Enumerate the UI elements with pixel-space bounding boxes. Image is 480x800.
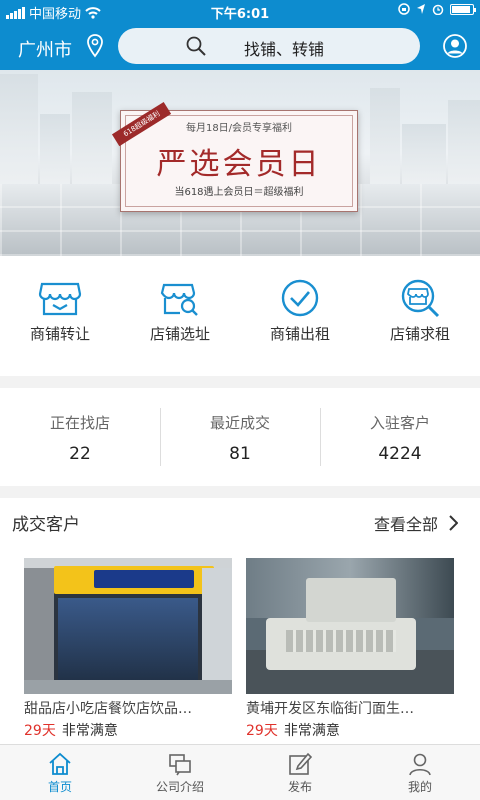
profile-icon: [409, 753, 431, 776]
deal-days: 29天: [246, 723, 278, 739]
stat-label: 最近成交: [209, 414, 270, 432]
section-title: 成交客户: [12, 515, 80, 535]
shop-search-icon: [401, 279, 440, 318]
photo-floor: [24, 680, 232, 694]
chevron-right-icon: [449, 515, 458, 531]
location-arrow-icon: [417, 4, 425, 14]
search-bar[interactable]: 找铺、转铺: [118, 28, 420, 64]
promo-card: 618超级福利 每月18日/会员专享福利 严选会员日 当618遇上会员日＝超级福…: [111, 101, 358, 212]
stat-value: 4224: [378, 444, 422, 464]
stat-customers: 入驻客户 4224: [320, 388, 480, 486]
deal-name: 甜品店小吃店餐饮店饮品…: [24, 701, 192, 717]
photo-right-wall: [202, 568, 232, 694]
top-bar: 广州市 找铺、转铺: [0, 22, 480, 70]
menu-label: 商铺出租: [269, 325, 330, 343]
tab-company[interactable]: 公司介绍: [120, 745, 240, 800]
banner-building: [402, 124, 446, 184]
stat-label: 入驻客户: [369, 414, 430, 432]
search-icon: [186, 36, 206, 56]
deal-card[interactable]: 黄埔开发区东临街门面生… 29天 非常满意: [246, 558, 454, 740]
stat-recent-deals: 最近成交 81: [160, 388, 320, 486]
photo-display: [306, 578, 396, 622]
alarm-icon: [432, 4, 444, 15]
tab-label: 首页: [47, 780, 72, 794]
battery-icon: [450, 3, 476, 15]
tab-label: 公司介绍: [155, 780, 204, 794]
banner-building: [0, 74, 38, 184]
home-icon: [49, 752, 71, 775]
service-menu: 商铺转让 店铺选址 商铺出租 店铺求租: [0, 256, 480, 376]
deal-photo: [24, 558, 232, 694]
stat-value: 22: [69, 444, 91, 464]
check-circle-icon: [281, 279, 319, 317]
edit-icon: [289, 752, 312, 775]
user-avatar-icon[interactable]: [443, 34, 467, 58]
view-all-label: 查看全部: [373, 515, 438, 534]
stat-searching: 正在找店 22: [0, 388, 160, 486]
menu-item-shop-transfer[interactable]: 商铺转让: [0, 256, 120, 376]
location-pin-icon[interactable]: [86, 33, 104, 59]
banner-building: [448, 100, 480, 184]
deal-rating: 非常满意: [283, 723, 340, 739]
photo-keypad: [286, 630, 396, 652]
banner-building: [40, 114, 70, 184]
photo-left-wall: [24, 568, 54, 694]
tab-publish[interactable]: 发布: [240, 745, 360, 800]
bottom-tab-bar: 首页 公司介绍 发布 我的: [0, 744, 480, 800]
menu-item-shop-rent[interactable]: 商铺出租: [240, 256, 360, 376]
deal-photo: [246, 558, 454, 694]
deal-meta: 29天 非常满意: [24, 720, 232, 740]
stat-value: 81: [229, 444, 251, 464]
company-icon: [169, 754, 191, 776]
stat-label: 正在找店: [49, 414, 110, 432]
deal-rating: 非常满意: [61, 723, 118, 739]
photo-sign-text: [94, 570, 194, 588]
promo-note: 当618遇上会员日＝超级福利: [174, 187, 304, 198]
tab-profile[interactable]: 我的: [360, 745, 480, 800]
city-selector[interactable]: 广州市: [18, 36, 72, 62]
view-all-link[interactable]: 查看全部: [374, 511, 458, 535]
search-placeholder: 找铺、转铺: [244, 40, 325, 59]
deal-card[interactable]: 甜品店小吃店餐饮店饮品… 29天 非常满意: [24, 558, 232, 740]
menu-label: 店铺选址: [149, 325, 210, 343]
promo-banner[interactable]: 618超级福利 每月18日/会员专享福利 严选会员日 当618遇上会员日＝超级福…: [0, 70, 480, 256]
deal-meta: 29天 非常满意: [246, 720, 454, 740]
lock-rotation-icon: [398, 3, 410, 15]
promo-title: 严选会员日: [156, 147, 322, 182]
promo-subtitle: 每月18日/会员专享福利: [185, 123, 293, 134]
banner-building: [72, 92, 112, 184]
tab-label: 发布: [287, 780, 312, 794]
menu-label: 商铺转让: [29, 325, 90, 343]
shop-location-icon: [160, 283, 198, 316]
tab-home[interactable]: 首页: [0, 745, 120, 800]
tab-label: 我的: [407, 780, 432, 794]
shop-transfer-icon: [38, 282, 82, 316]
menu-label: 店铺求租: [389, 325, 450, 343]
menu-item-shop-wanted[interactable]: 店铺求租: [360, 256, 480, 376]
banner-building: [370, 88, 400, 184]
deal-days: 29天: [24, 723, 56, 739]
menu-item-shop-location[interactable]: 店铺选址: [120, 256, 240, 376]
deal-name: 黄埔开发区东临街门面生…: [246, 701, 414, 717]
deals-section: 成交客户 查看全部 甜品店小吃店餐饮店饮品… 29天 非常满意 黄埔开发区东临街门…: [0, 498, 480, 744]
stats-panel: 正在找店 22 最近成交 81 入驻客户 4224: [0, 388, 480, 486]
status-bar: 中国移动 下午6:01: [0, 0, 480, 22]
